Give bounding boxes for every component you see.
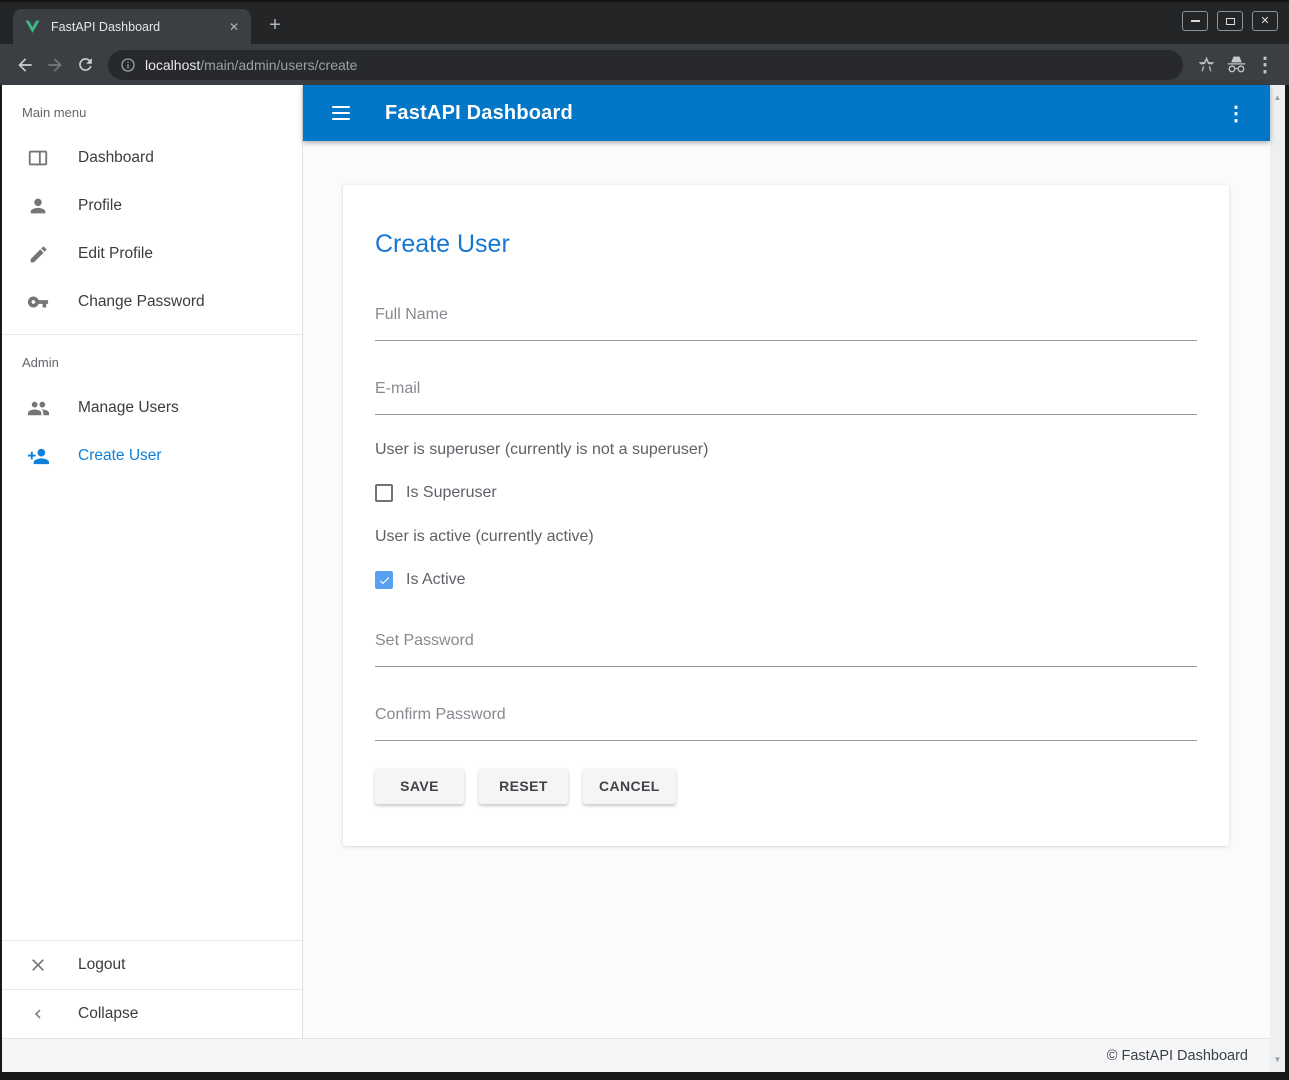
sidebar-item-label: Create User bbox=[78, 447, 162, 465]
confirm-password-placeholder: Confirm Password bbox=[375, 705, 1197, 725]
page-content: Create User Full Name E-mail User is sup… bbox=[303, 141, 1270, 1038]
sidebar-item-label: Dashboard bbox=[78, 149, 154, 167]
appbar-title: FastAPI Dashboard bbox=[385, 102, 573, 125]
is-active-label: Is Active bbox=[406, 571, 466, 589]
main-area: FastAPI Dashboard ⋮ Create User Full Nam… bbox=[303, 85, 1270, 1038]
bookmark-star-button[interactable] bbox=[1191, 50, 1221, 80]
url-host: localhost bbox=[145, 57, 200, 73]
browser-tabstrip: FastAPI Dashboard ✕ + ✕ bbox=[0, 0, 1289, 44]
dashboard-icon bbox=[26, 146, 50, 170]
set-password-input[interactable]: Set Password bbox=[375, 631, 1197, 667]
sidebar-item-create-user[interactable]: Create User bbox=[2, 432, 302, 480]
checkbox-checked-icon[interactable] bbox=[375, 571, 393, 589]
page-viewport: Main menu Dashboard Profile bbox=[2, 85, 1285, 1072]
sidebar-item-label: Edit Profile bbox=[78, 245, 153, 263]
new-tab-button[interactable]: + bbox=[261, 12, 289, 40]
sidebar-item-edit-profile[interactable]: Edit Profile bbox=[2, 230, 302, 278]
full-name-placeholder: Full Name bbox=[375, 305, 1197, 325]
vue-logo-icon bbox=[24, 18, 41, 35]
star-icon bbox=[1197, 55, 1216, 74]
minimize-button[interactable] bbox=[1182, 11, 1208, 31]
sidebar-item-label: Profile bbox=[78, 197, 122, 215]
browser-tab[interactable]: FastAPI Dashboard ✕ bbox=[13, 9, 251, 44]
address-bar[interactable]: localhost/main/admin/users/create bbox=[108, 50, 1183, 80]
set-password-placeholder: Set Password bbox=[375, 631, 1197, 651]
sidebar-caption-main-menu: Main menu bbox=[22, 105, 302, 120]
forward-button[interactable] bbox=[40, 50, 70, 80]
window-controls: ✕ bbox=[1182, 11, 1278, 31]
page-column: Main menu Dashboard Profile bbox=[2, 85, 1270, 1072]
sidebar-item-manage-users[interactable]: Manage Users bbox=[2, 384, 302, 432]
chevron-left-icon bbox=[26, 1002, 50, 1026]
email-placeholder: E-mail bbox=[375, 379, 1197, 399]
page-title: Create User bbox=[375, 229, 1197, 259]
appbar-overflow-menu-button[interactable]: ⋮ bbox=[1224, 101, 1248, 126]
reload-icon bbox=[76, 55, 95, 74]
hamburger-menu-button[interactable] bbox=[317, 89, 365, 137]
toolbar-right-icons: ⋮ bbox=[1191, 50, 1279, 80]
close-tab-icon[interactable]: ✕ bbox=[225, 18, 243, 36]
is-active-checkbox-row[interactable]: Is Active bbox=[375, 571, 1197, 589]
app-bar: FastAPI Dashboard ⋮ bbox=[303, 85, 1270, 141]
sidebar-caption-admin: Admin bbox=[22, 355, 302, 370]
email-input[interactable]: E-mail bbox=[375, 379, 1197, 415]
footer-copyright: © FastAPI Dashboard bbox=[1107, 1048, 1248, 1064]
incognito-icon bbox=[1226, 54, 1247, 75]
sidebar-item-collapse[interactable]: Collapse bbox=[2, 990, 302, 1038]
incognito-indicator bbox=[1221, 50, 1251, 80]
sidebar-item-label: Logout bbox=[78, 956, 125, 974]
sidebar-item-change-password[interactable]: Change Password bbox=[2, 278, 302, 326]
cancel-button[interactable]: CANCEL bbox=[583, 768, 676, 804]
sidebar-item-logout[interactable]: Logout bbox=[2, 941, 302, 989]
back-arrow-icon bbox=[15, 55, 35, 75]
forward-arrow-icon bbox=[45, 55, 65, 75]
minimize-icon bbox=[1191, 20, 1200, 22]
browser-window: FastAPI Dashboard ✕ + ✕ localhost/main/a… bbox=[0, 0, 1289, 1080]
close-icon bbox=[26, 953, 50, 977]
back-button[interactable] bbox=[10, 50, 40, 80]
superuser-hint: User is superuser (currently is not a su… bbox=[375, 441, 1197, 459]
close-icon: ✕ bbox=[1260, 16, 1269, 27]
person-add-icon bbox=[26, 444, 50, 468]
sidebar-item-label: Change Password bbox=[78, 293, 205, 311]
browser-menu-button[interactable]: ⋮ bbox=[1251, 52, 1279, 77]
scroll-down-icon[interactable]: ▼ bbox=[1270, 1055, 1285, 1064]
tab-title: FastAPI Dashboard bbox=[51, 20, 225, 34]
url-path: /main/admin/users/create bbox=[200, 57, 357, 73]
full-name-input[interactable]: Full Name bbox=[375, 305, 1197, 341]
browser-toolbar: localhost/main/admin/users/create ⋮ bbox=[0, 44, 1289, 85]
sidebar-divider bbox=[2, 334, 302, 335]
checkbox-unchecked-icon[interactable] bbox=[375, 484, 393, 502]
reset-button[interactable]: RESET bbox=[479, 768, 568, 804]
pencil-icon bbox=[26, 242, 50, 266]
url-text: localhost/main/admin/users/create bbox=[145, 57, 357, 73]
sidebar-item-label: Collapse bbox=[78, 1005, 138, 1023]
sidebar-item-label: Manage Users bbox=[78, 399, 179, 417]
confirm-password-input[interactable]: Confirm Password bbox=[375, 705, 1197, 741]
is-superuser-label: Is Superuser bbox=[406, 484, 497, 502]
sidebar-item-profile[interactable]: Profile bbox=[2, 182, 302, 230]
close-window-button[interactable]: ✕ bbox=[1252, 11, 1278, 31]
person-icon bbox=[26, 194, 50, 218]
page-scrollbar[interactable]: ▲ ▼ bbox=[1270, 85, 1285, 1072]
maximize-button[interactable] bbox=[1217, 11, 1243, 31]
save-button[interactable]: SAVE bbox=[375, 768, 464, 804]
maximize-icon bbox=[1226, 18, 1235, 25]
create-user-card: Create User Full Name E-mail User is sup… bbox=[343, 185, 1229, 846]
page-footer: © FastAPI Dashboard bbox=[2, 1038, 1270, 1072]
hamburger-icon bbox=[332, 106, 350, 108]
sidebar-item-dashboard[interactable]: Dashboard bbox=[2, 134, 302, 182]
active-hint: User is active (currently active) bbox=[375, 528, 1197, 546]
info-icon bbox=[120, 57, 136, 73]
scroll-up-icon[interactable]: ▲ bbox=[1270, 93, 1285, 102]
people-icon bbox=[26, 396, 50, 420]
sidebar: Main menu Dashboard Profile bbox=[2, 85, 303, 1038]
form-buttons: SAVE RESET CANCEL bbox=[375, 768, 1197, 804]
reload-button[interactable] bbox=[70, 50, 100, 80]
key-icon bbox=[26, 290, 50, 314]
is-superuser-checkbox-row[interactable]: Is Superuser bbox=[375, 484, 1197, 502]
app-body: Main menu Dashboard Profile bbox=[2, 85, 1270, 1038]
